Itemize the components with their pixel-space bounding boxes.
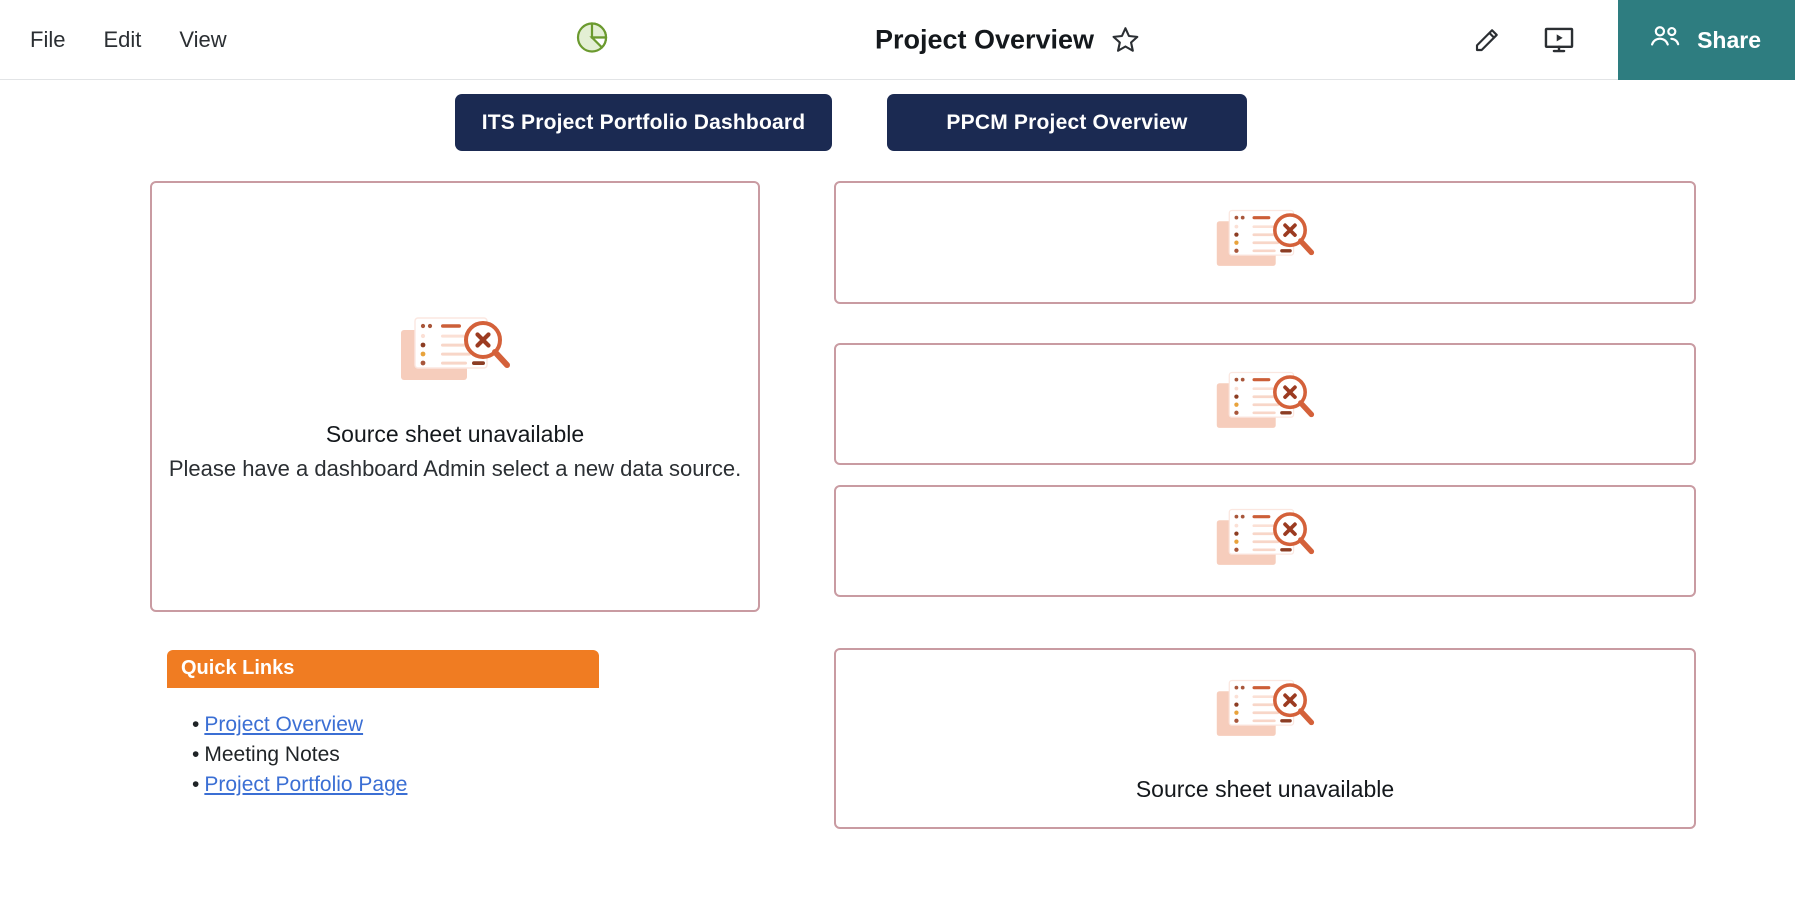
quick-link-project-portfolio-page[interactable]: Project Portfolio Page [204,773,407,796]
pencil-edit-icon[interactable] [1468,21,1506,59]
card-title: Source sheet unavailable [1135,775,1395,802]
nav-button-bar: ITS Project Portfolio Dashboard PPCM Pro… [0,94,1795,154]
people-icon [1648,23,1682,57]
card-title: Source sheet unavailable [325,420,585,447]
quick-link-meeting-notes: Meeting Notes [204,742,340,766]
menu-item-file[interactable]: File [28,25,67,55]
widget-card-source-unavailable-4[interactable]: Source sheet unavailable [834,648,1696,829]
quick-links-header: Quick Links [167,650,599,688]
nav-button-ppcm-project-overview[interactable]: PPCM Project Overview [887,94,1247,151]
share-button-label: Share [1697,26,1761,53]
quick-links-list: • Project Overview • Meeting Notes • Projec… [167,710,599,799]
bullet-icon: • [192,742,200,766]
presentation-play-icon[interactable] [1540,21,1578,59]
source-unavailable-icon [1215,675,1315,750]
quick-link-project-overview[interactable]: Project Overview [204,713,363,736]
menu-item-edit[interactable]: Edit [101,25,143,55]
source-unavailable-icon [1215,504,1315,579]
page-title: Project Overview [874,24,1095,54]
quick-links-widget: Quick Links • Project Overview • Meeting N… [167,650,599,799]
top-menu-bar: File Edit View Project Overview Share [0,0,1795,80]
list-item: • Meeting Notes [192,740,599,770]
bullet-icon: • [192,772,200,796]
bullet-icon: • [192,713,200,736]
menu-item-view[interactable]: View [177,25,228,55]
card-subtitle: Please have a dashboard Admin select a n… [168,455,742,481]
pie-chart-icon [575,20,609,59]
widget-card-source-unavailable-1[interactable] [834,181,1696,304]
source-unavailable-icon [1215,205,1315,280]
menu-group: File Edit View [0,25,229,55]
list-item[interactable]: • Project Overview [192,710,599,740]
document-title-block: Project Overview [875,24,1140,55]
widget-card-source-unavailable-2[interactable] [834,343,1696,465]
star-outline-icon[interactable] [1110,25,1140,55]
nav-button-its-project-portfolio-dashboard[interactable]: ITS Project Portfolio Dashboard [455,94,832,151]
toolbar-right: Share [1468,0,1795,80]
brand-block[interactable] [575,20,621,59]
widget-card-source-unavailable-main[interactable]: Source sheet unavailable Please have a d… [150,181,760,612]
share-button[interactable]: Share [1618,0,1795,80]
source-unavailable-icon [1215,367,1315,442]
list-item[interactable]: • Project Portfolio Page [192,770,599,800]
widget-card-source-unavailable-3[interactable] [834,485,1696,597]
source-unavailable-icon [399,312,511,395]
